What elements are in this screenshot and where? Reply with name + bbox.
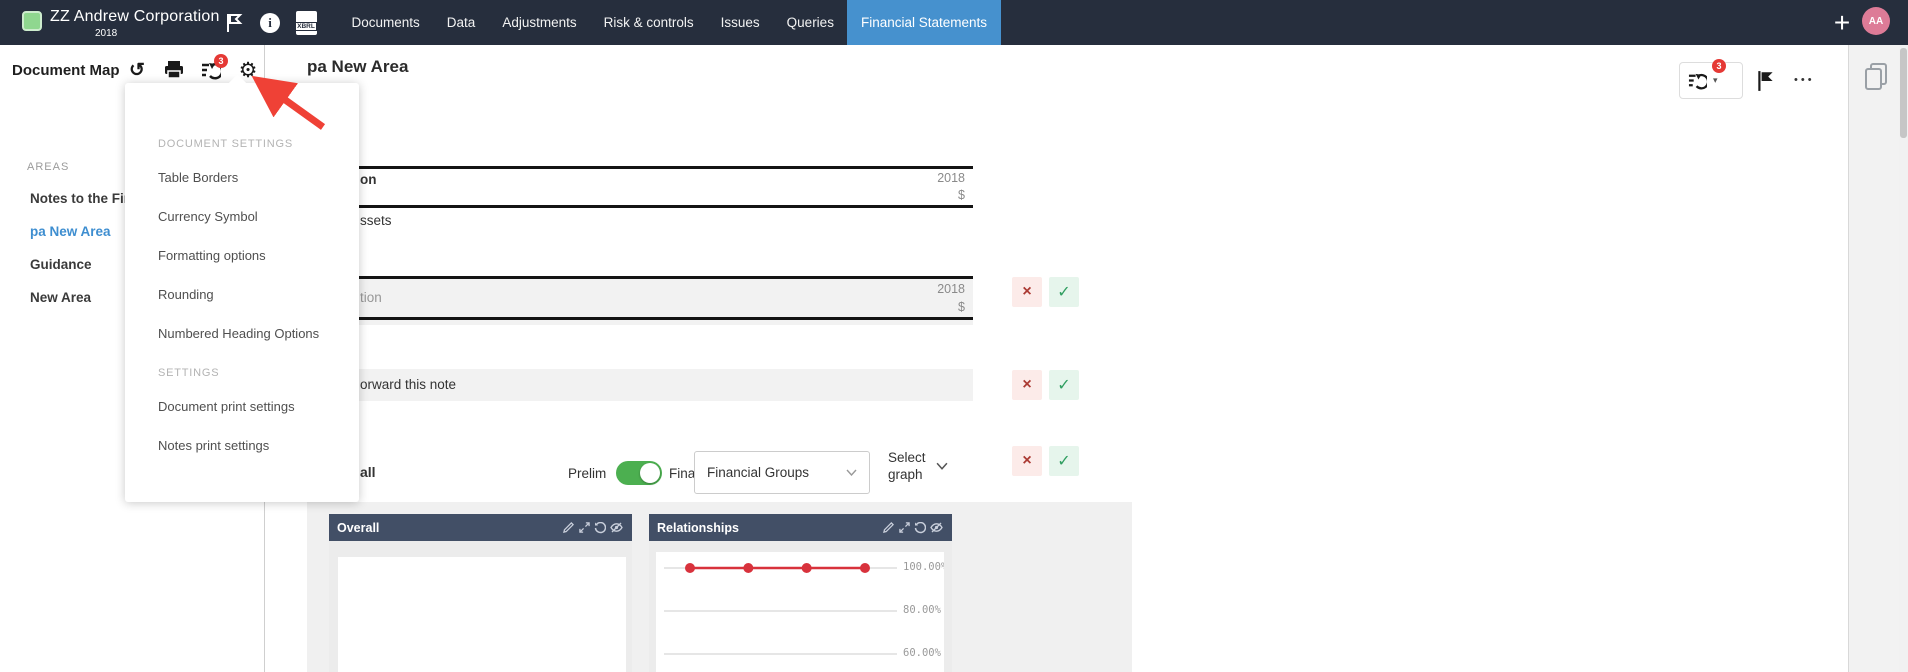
reject-button-graph[interactable]: ×	[1012, 446, 1042, 476]
edit-icon[interactable]	[560, 520, 576, 536]
menu-item-document-print-settings[interactable]: Document print settings	[125, 387, 359, 426]
table2-year-header: 2018	[845, 282, 965, 296]
table2-bottom-border	[307, 317, 973, 320]
note-row-fragment: orward this note	[360, 377, 456, 392]
edit-icon[interactable]	[880, 520, 896, 536]
user-avatar[interactable]: AA	[1862, 7, 1890, 35]
toggle-knob	[640, 463, 660, 483]
prelim-final-toggle[interactable]	[616, 461, 662, 485]
overall-chart-panel: Overall	[329, 514, 632, 672]
chevron-down-icon	[936, 462, 948, 470]
table1-bottom-border	[307, 205, 973, 208]
menu-item-currency-symbol[interactable]: Currency Symbol	[125, 197, 359, 236]
nav-queries[interactable]: Queries	[773, 0, 847, 45]
print-icon[interactable]	[163, 59, 185, 81]
prelim-label: Prelim	[568, 466, 606, 481]
relationships-chart-title: Relationships	[657, 521, 880, 535]
relationships-line-series	[656, 552, 944, 672]
expand-icon[interactable]	[576, 520, 592, 536]
menu-item-formatting-options[interactable]: Formatting options	[125, 236, 359, 275]
add-button[interactable]: +	[1828, 2, 1856, 43]
menu-item-rounding[interactable]: Rounding	[125, 275, 359, 314]
chevron-down-icon	[846, 469, 857, 476]
accept-button-table2[interactable]: ✓	[1049, 277, 1079, 307]
expand-icon[interactable]	[896, 520, 912, 536]
graph-row-label-fragment: all	[360, 464, 376, 480]
sidebar-item-guidance[interactable]: Guidance	[30, 257, 140, 290]
document-map-title: Document Map	[12, 62, 120, 79]
primary-nav: DocumentsDataAdjustmentsRisk & controlsI…	[338, 0, 1001, 45]
chevron-down-icon: ▾	[1713, 75, 1718, 86]
scrollbar[interactable]	[1899, 45, 1908, 672]
reject-button-table2[interactable]: ×	[1012, 277, 1042, 307]
menu-item-table-borders[interactable]: Table Borders	[125, 158, 359, 197]
data-point	[860, 563, 870, 573]
company-logo	[22, 11, 42, 31]
pages-icon[interactable]	[1863, 62, 1889, 97]
accept-button-note[interactable]: ✓	[1049, 370, 1079, 400]
menu-item-notes-print-settings[interactable]: Notes print settings	[125, 426, 359, 465]
engagement-year: 2018	[95, 28, 117, 39]
page-title: pa New Area	[307, 57, 408, 77]
nav-financial-statements[interactable]: Financial Statements	[847, 0, 1000, 45]
overall-plot-area	[338, 557, 626, 672]
more-options-button[interactable]: •••	[1794, 74, 1815, 86]
menu-header-settings: SETTINGS	[125, 359, 359, 387]
sidebar-item-notes-to-the-fina[interactable]: Notes to the Fina	[30, 191, 140, 224]
rollforward-button-badge: 3	[1712, 59, 1726, 73]
select-graph-dropdown[interactable]: Select graph	[888, 449, 948, 483]
table1-year-header: 2018	[845, 171, 965, 185]
relationships-plot-area: 100.00%80.00%60.00%	[656, 552, 944, 672]
financial-groups-select[interactable]: Financial Groups	[694, 451, 870, 494]
financial-groups-value: Financial Groups	[707, 465, 846, 480]
rollforward-icon[interactable]: 3	[200, 59, 222, 81]
sidebar-item-new-area[interactable]: New Area	[30, 290, 140, 323]
xbrl-document-icon[interactable]: XBRL	[294, 0, 318, 45]
flag-icon-content[interactable]	[1756, 70, 1776, 97]
select-graph-line2: graph	[888, 466, 926, 483]
table2-top-border	[307, 276, 973, 279]
overall-chart-title: Overall	[337, 521, 560, 535]
scrollbar-thumb[interactable]	[1900, 48, 1907, 138]
table2-currency-header: $	[845, 300, 965, 314]
select-graph-line1: Select	[888, 449, 926, 466]
info-icon[interactable]: i	[258, 0, 282, 45]
table1-top-border	[307, 166, 973, 169]
document-settings-menu: DOCUMENT SETTINGSTable BordersCurrency S…	[125, 83, 359, 502]
flag-icon[interactable]	[222, 0, 246, 45]
rollforward-badge: 3	[214, 54, 228, 68]
relationships-chart-panel: Relationships 100.00%80.00%60.00%	[649, 514, 952, 672]
table1-currency-header: $	[845, 188, 965, 202]
charts-canvas: Overall Relationships 100.00%80.00%60.00…	[307, 502, 1132, 672]
table2-caption-fragment: tion	[360, 290, 382, 305]
data-point	[802, 563, 812, 573]
nav-issues[interactable]: Issues	[707, 0, 773, 45]
reject-button-note[interactable]: ×	[1012, 370, 1042, 400]
rollforward-button[interactable]: 3 ▾	[1679, 62, 1743, 99]
reset-icon[interactable]	[592, 520, 608, 536]
table1-row-fragment: ssets	[360, 213, 392, 228]
reset-icon[interactable]	[912, 520, 928, 536]
sidebar-item-pa-new-area[interactable]: pa New Area	[30, 224, 140, 257]
data-point	[743, 563, 753, 573]
nav-data[interactable]: Data	[433, 0, 489, 45]
accept-button-graph[interactable]: ✓	[1049, 446, 1079, 476]
eye-off-icon[interactable]	[608, 520, 624, 536]
areas-section-header: AREAS	[27, 161, 69, 173]
data-point	[685, 563, 695, 573]
table1-caption-fragment: on	[360, 172, 377, 187]
company-name: ZZ Andrew Corporation	[50, 8, 220, 26]
nav-adjustments[interactable]: Adjustments	[489, 0, 590, 45]
nav-documents[interactable]: Documents	[338, 0, 433, 45]
menu-item-numbered-heading-options[interactable]: Numbered Heading Options	[125, 314, 359, 353]
top-bar: ZZ Andrew Corporation 2018 i XBRL Docume…	[0, 0, 1908, 45]
menu-header-document-settings: DOCUMENT SETTINGS	[125, 130, 359, 158]
eye-off-icon[interactable]	[928, 520, 944, 536]
history-icon[interactable]: ↺	[126, 59, 148, 81]
nav-risk-controls[interactable]: Risk & controls	[590, 0, 707, 45]
